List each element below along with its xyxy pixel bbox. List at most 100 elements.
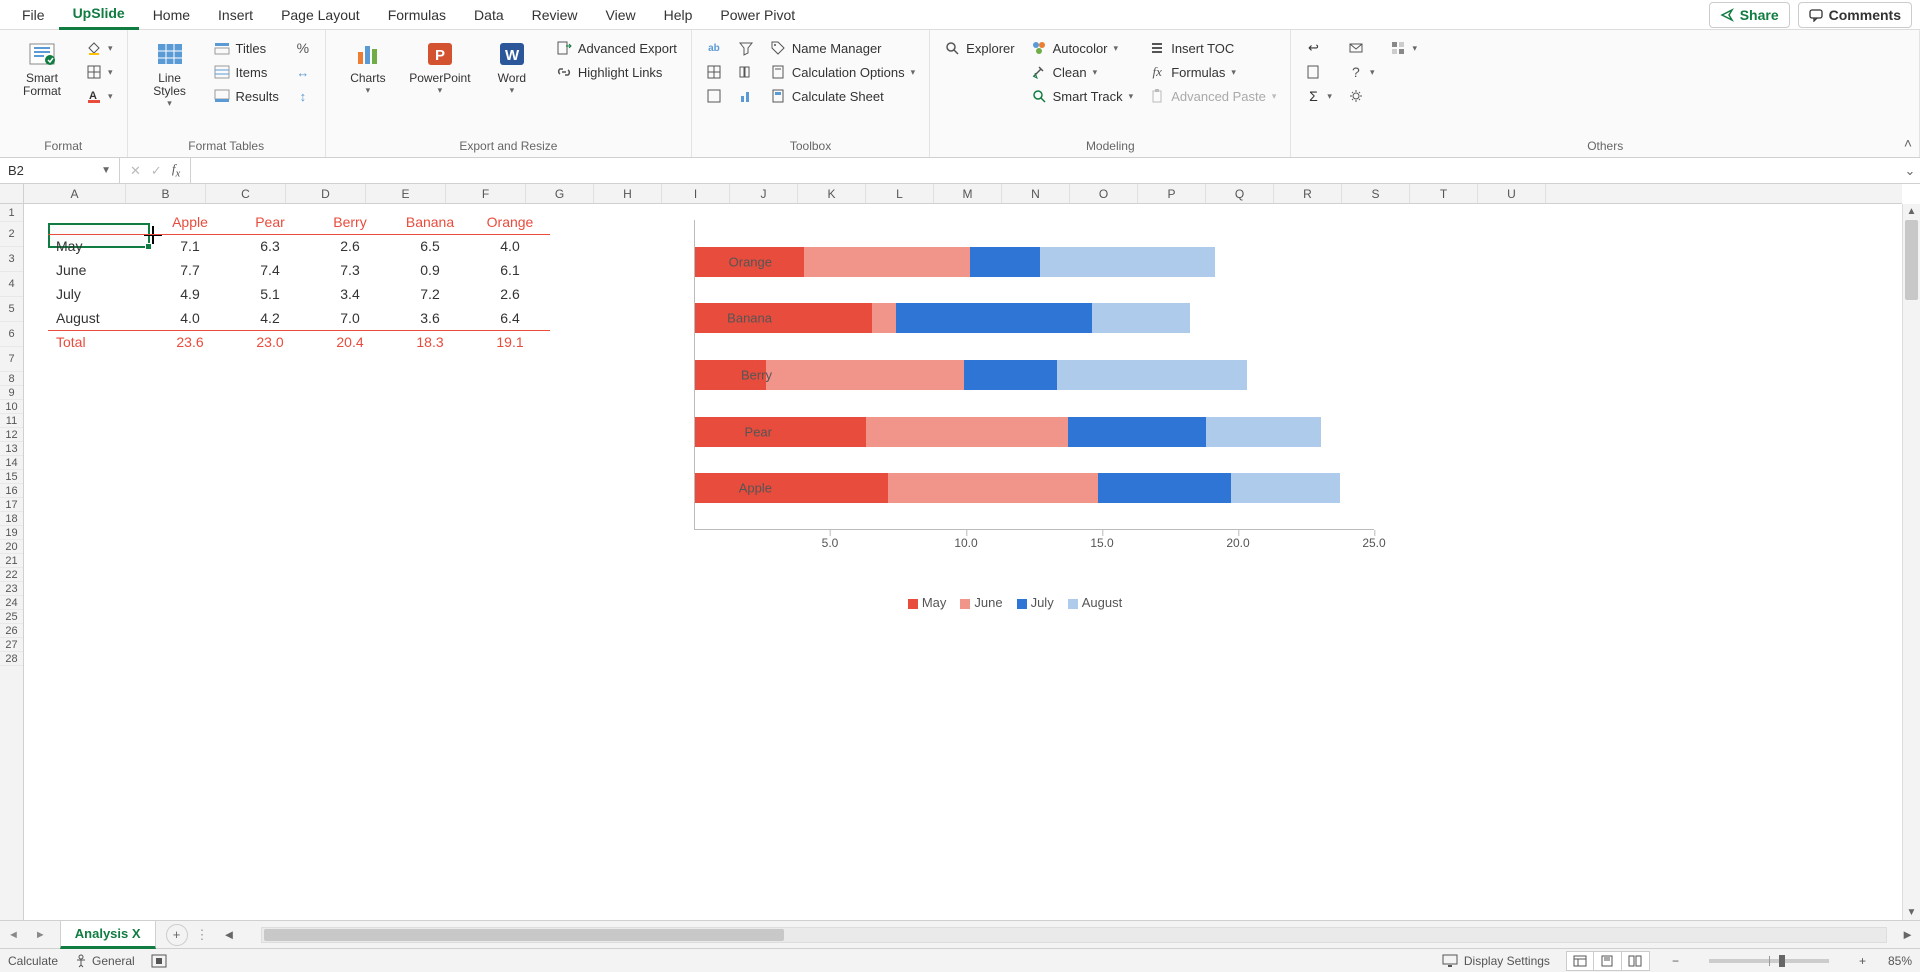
menu-data[interactable]: Data xyxy=(460,1,518,29)
word-button[interactable]: W Word ▾ xyxy=(480,34,544,100)
row-header-17[interactable]: 17 xyxy=(0,498,23,512)
col-header-L[interactable]: L xyxy=(866,184,934,203)
row-header-13[interactable]: 13 xyxy=(0,442,23,456)
explorer-button[interactable]: Explorer xyxy=(940,38,1018,58)
percent-button[interactable]: % xyxy=(291,38,315,58)
scroll-up-button[interactable]: ▲ xyxy=(1903,206,1920,217)
row-header-15[interactable]: 15 xyxy=(0,470,23,484)
row-header-18[interactable]: 18 xyxy=(0,512,23,526)
col-header-O[interactable]: O xyxy=(1070,184,1138,203)
other-1[interactable]: ↩ xyxy=(1301,38,1336,58)
col-header-N[interactable]: N xyxy=(1002,184,1070,203)
row-header-5[interactable]: 5 xyxy=(0,297,23,322)
col-header-I[interactable]: I xyxy=(662,184,730,203)
arrows-h-button[interactable]: ↔ xyxy=(291,62,315,82)
grid-area[interactable]: ApplePearBerryBananaOrange May7.16.32.66… xyxy=(24,204,1902,920)
menu-upslide[interactable]: UpSlide xyxy=(59,0,139,30)
highlight-links-button[interactable]: Highlight Links xyxy=(552,62,681,82)
other-5[interactable]: ?▾ xyxy=(1344,62,1379,82)
cancel-formula-button[interactable]: ✕ xyxy=(130,163,141,179)
menu-power-pivot[interactable]: Power Pivot xyxy=(706,1,809,29)
col-header-C[interactable]: C xyxy=(206,184,286,203)
sheet-nav-prev[interactable]: ◄ xyxy=(0,929,27,941)
charts-button[interactable]: Charts ▾ xyxy=(336,34,400,100)
column-headers[interactable]: ABCDEFGHIJKLMNOPQRSTU xyxy=(0,184,1902,204)
col-header-R[interactable]: R xyxy=(1274,184,1342,203)
col-header-S[interactable]: S xyxy=(1342,184,1410,203)
line-styles-button[interactable]: Line Styles ▾ xyxy=(138,34,202,113)
zoom-slider[interactable] xyxy=(1709,959,1829,963)
smart-format-button[interactable]: Smart Format xyxy=(10,34,74,102)
zoom-thumb[interactable] xyxy=(1779,955,1785,967)
calc-sheet-button[interactable]: Calculate Sheet xyxy=(766,86,919,106)
status-macro[interactable] xyxy=(151,954,167,968)
name-box[interactable]: B2 ▼ xyxy=(0,158,120,183)
col-header-Q[interactable]: Q xyxy=(1206,184,1274,203)
vscroll-thumb[interactable] xyxy=(1905,220,1918,300)
row-header-27[interactable]: 27 xyxy=(0,638,23,652)
formula-input[interactable] xyxy=(190,158,1900,183)
arrows-v-button[interactable]: ↕ xyxy=(291,86,315,106)
tool-a1[interactable]: ab xyxy=(702,38,726,58)
col-header-K[interactable]: K xyxy=(798,184,866,203)
view-page-break-button[interactable] xyxy=(1622,951,1650,971)
menu-view[interactable]: View xyxy=(592,1,650,29)
add-sheet-button[interactable]: + xyxy=(166,924,188,946)
font-color-button[interactable]: A▾ xyxy=(82,86,117,106)
hscroll-thumb[interactable] xyxy=(264,929,784,941)
menu-page-layout[interactable]: Page Layout xyxy=(267,1,374,29)
other-7[interactable]: ▾ xyxy=(1386,38,1421,58)
other-3[interactable]: Σ▾ xyxy=(1301,86,1336,106)
collapse-ribbon-button[interactable]: ˄ xyxy=(1904,135,1912,151)
titles-button[interactable]: Titles xyxy=(210,38,283,58)
share-button[interactable]: Share xyxy=(1709,2,1790,28)
name-manager-button[interactable]: Name Manager xyxy=(766,38,919,58)
fx-icon[interactable]: fx xyxy=(172,161,180,180)
accept-formula-button[interactable]: ✓ xyxy=(151,163,162,179)
row-header-16[interactable]: 16 xyxy=(0,484,23,498)
hscroll-left[interactable]: ◄ xyxy=(217,927,242,942)
row-header-7[interactable]: 7 xyxy=(0,347,23,372)
hscroll-right[interactable]: ► xyxy=(1895,927,1920,942)
row-headers[interactable]: 1234567891011121314151617181920212223242… xyxy=(0,204,24,920)
sheet-nav-next[interactable]: ► xyxy=(27,929,54,941)
tool-b2[interactable] xyxy=(734,62,758,82)
row-header-12[interactable]: 12 xyxy=(0,428,23,442)
results-button[interactable]: Results xyxy=(210,86,283,106)
clean-button[interactable]: Clean ▾ xyxy=(1027,62,1138,82)
name-box-dropdown-icon[interactable]: ▼ xyxy=(101,165,111,176)
scroll-down-button[interactable]: ▼ xyxy=(1903,907,1920,918)
row-header-6[interactable]: 6 xyxy=(0,322,23,347)
autocolor-button[interactable]: Autocolor ▾ xyxy=(1027,38,1138,58)
advanced-paste-button[interactable]: Advanced Paste ▾ xyxy=(1145,86,1280,106)
insert-toc-button[interactable]: Insert TOC xyxy=(1145,38,1280,58)
row-header-8[interactable]: 8 xyxy=(0,372,23,386)
zoom-in-button[interactable]: + xyxy=(1853,954,1872,968)
row-header-14[interactable]: 14 xyxy=(0,456,23,470)
col-header-H[interactable]: H xyxy=(594,184,662,203)
other-4[interactable] xyxy=(1344,38,1379,58)
formulas-button[interactable]: fxFormulas ▾ xyxy=(1145,62,1280,82)
tab-split-handle[interactable]: ⋮ xyxy=(188,927,217,943)
row-header-11[interactable]: 11 xyxy=(0,414,23,428)
col-header-M[interactable]: M xyxy=(934,184,1002,203)
vertical-scrollbar[interactable]: ▲ ▼ xyxy=(1902,204,1920,920)
col-header-P[interactable]: P xyxy=(1138,184,1206,203)
menu-formulas[interactable]: Formulas xyxy=(374,1,460,29)
row-header-1[interactable]: 1 xyxy=(0,204,23,222)
tool-a3[interactable] xyxy=(702,86,726,106)
tool-a2[interactable] xyxy=(702,62,726,82)
tool-b3[interactable] xyxy=(734,86,758,106)
zoom-out-button[interactable]: − xyxy=(1666,954,1685,968)
powerpoint-button[interactable]: P PowerPoint ▾ xyxy=(408,34,472,100)
comments-button[interactable]: Comments xyxy=(1798,2,1912,28)
col-header-D[interactable]: D xyxy=(286,184,366,203)
row-header-20[interactable]: 20 xyxy=(0,540,23,554)
col-header-E[interactable]: E xyxy=(366,184,446,203)
menu-home[interactable]: Home xyxy=(139,1,204,29)
row-header-10[interactable]: 10 xyxy=(0,400,23,414)
expand-formula-bar-button[interactable]: ⌄ xyxy=(1900,163,1920,179)
advanced-export-button[interactable]: Advanced Export xyxy=(552,38,681,58)
status-accessibility[interactable]: General xyxy=(74,954,135,968)
row-header-25[interactable]: 25 xyxy=(0,610,23,624)
